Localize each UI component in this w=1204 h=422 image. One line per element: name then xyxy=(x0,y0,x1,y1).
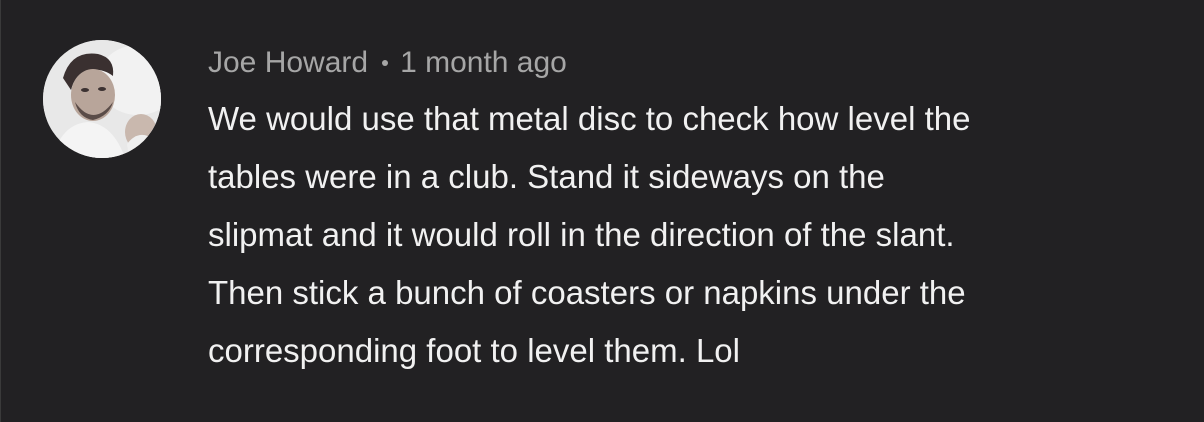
comment-text: We would use that metal disc to check ho… xyxy=(208,90,1184,380)
comment-line: We would use that metal disc to check ho… xyxy=(208,100,971,137)
comment-meta: Joe Howard 1 month ago xyxy=(208,40,1184,86)
comment-line: slipmat and it would roll in the directi… xyxy=(208,216,955,253)
comment-content: Joe Howard 1 month ago We would use that… xyxy=(208,40,1184,380)
avatar-photo xyxy=(43,40,161,158)
timestamp[interactable]: 1 month ago xyxy=(400,40,567,86)
comment-line: Then stick a bunch of coasters or napkin… xyxy=(208,274,966,311)
comment-line: tables were in a club. Stand it sideways… xyxy=(208,158,885,195)
separator-dot-icon xyxy=(382,60,389,66)
comment-line: corresponding foot to level them. Lol xyxy=(208,332,740,369)
author-name[interactable]: Joe Howard xyxy=(208,40,368,86)
avatar[interactable] xyxy=(43,40,161,158)
comment-card: Joe Howard 1 month ago We would use that… xyxy=(0,0,1204,422)
